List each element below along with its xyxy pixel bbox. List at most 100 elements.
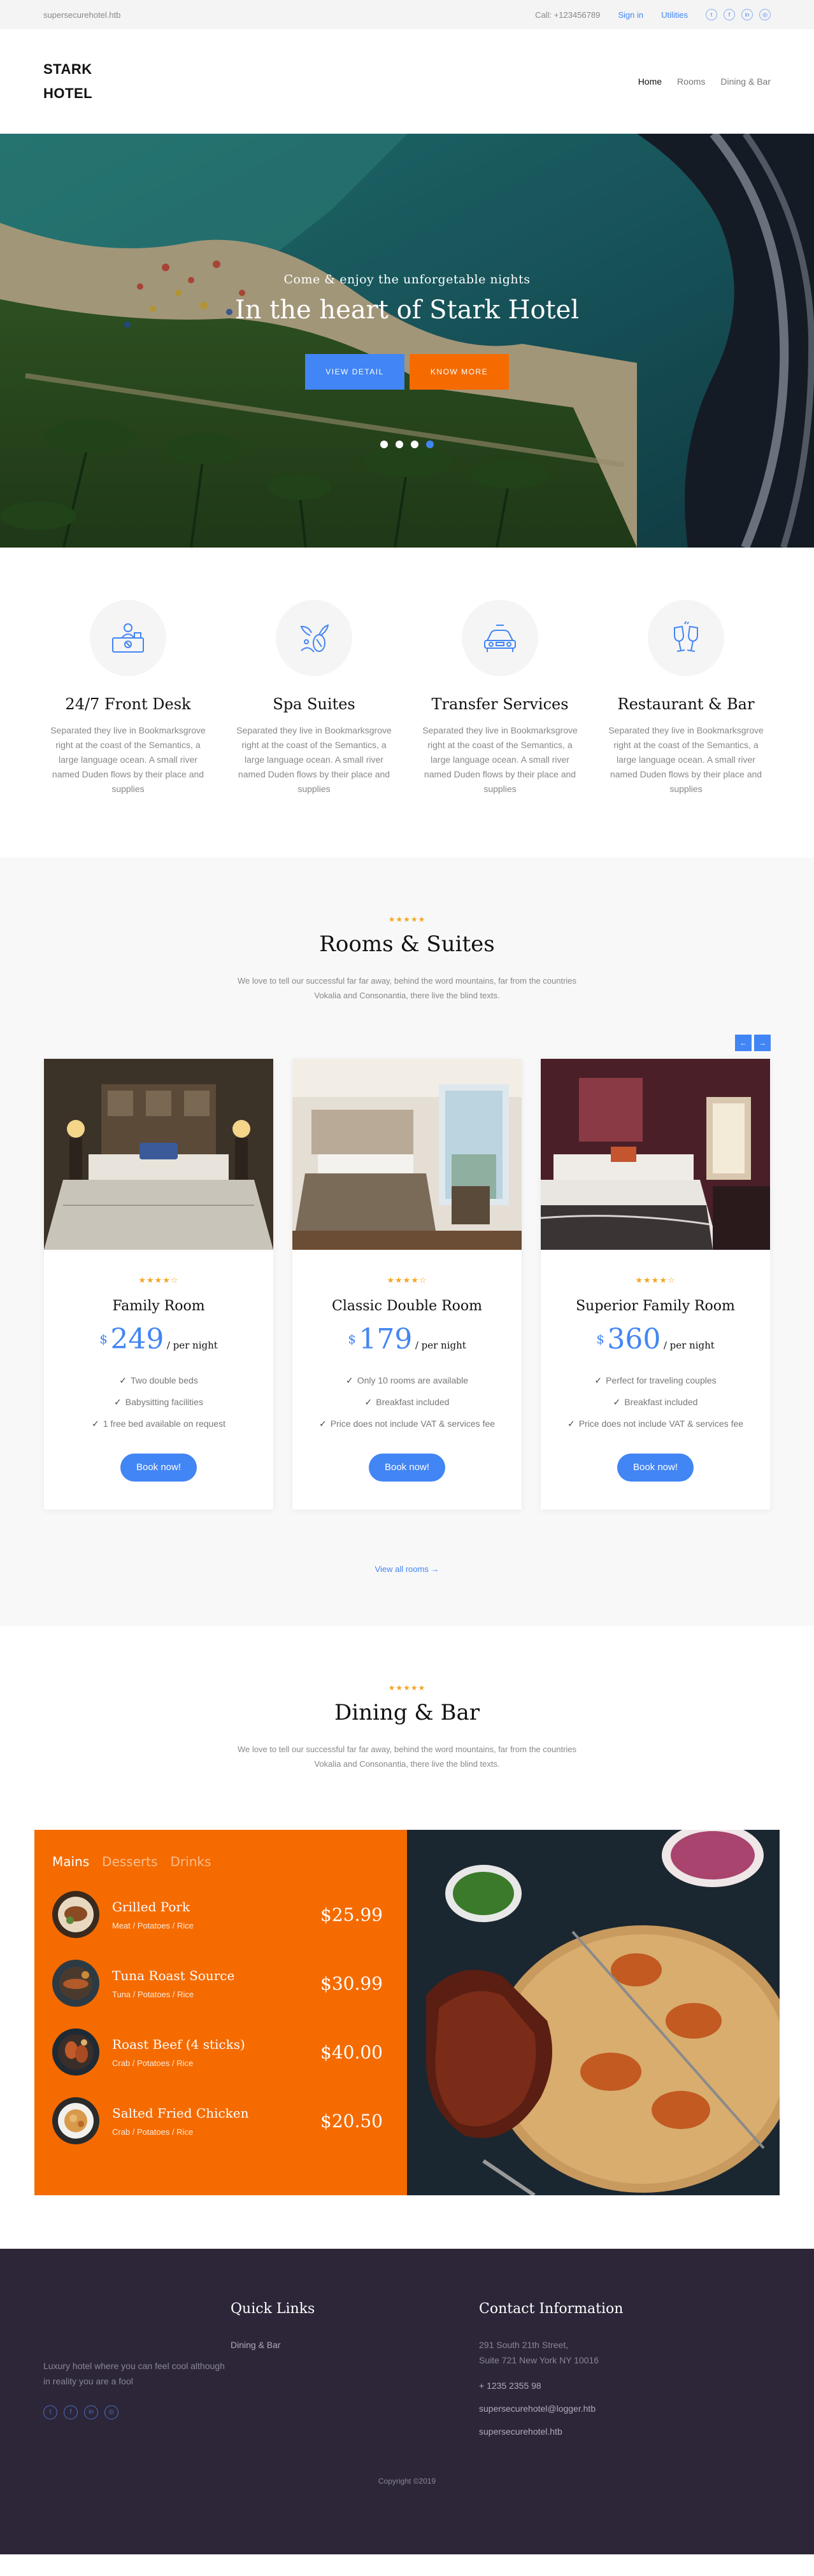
hero-title: In the heart of Stark Hotel [234,295,580,325]
price-period: / per night [415,1340,466,1351]
menu-item[interactable]: Grilled Pork Meat / Potatoes / Rice $25.… [52,1891,389,1938]
prev-arrow-icon[interactable]: ← [735,1035,752,1051]
book-now-button[interactable]: Book now! [617,1454,694,1482]
room-feature: ✓ Price does not include VAT & services f… [318,1419,496,1429]
dish-name: Tuna Roast Source [112,1967,235,1983]
room-price: $ 360 / per night [541,1323,770,1355]
rooms-carousel-nav: ← → [0,1035,814,1051]
footer-contact: Contact Information 291 South 21th Stree… [479,2301,734,2437]
slider-dot-1[interactable] [380,441,388,448]
view-detail-button[interactable]: VIEW DETAIL [305,354,404,390]
check-icon: ✓ [613,1397,621,1407]
slider-dot-3[interactable] [411,441,418,448]
room-feature: ✓ Breakfast included [613,1397,698,1407]
nav-home[interactable]: Home [638,76,662,87]
twitter-icon[interactable]: t [706,9,717,20]
menu-item[interactable]: Salted Fried Chicken Crab / Potatoes / R… [52,2097,389,2144]
linkedin-icon[interactable]: in [84,2405,98,2419]
dining-title: Dining & Bar [334,1700,480,1725]
check-icon: ✓ [114,1397,122,1407]
slider-dot-2[interactable] [396,441,403,448]
service-title: Restaurant & Bar [617,695,755,713]
room-rating: ★★★★☆ [138,1275,179,1285]
price-period: / per night [166,1340,218,1351]
room-photo[interactable] [541,1059,770,1250]
room-name: Family Room [112,1298,205,1314]
top-social-links: t f in ◎ [706,9,771,20]
menu-item[interactable]: Roast Beef (4 sticks) Crab / Potatoes / … [52,2028,389,2076]
spa-icon [276,600,352,676]
check-icon: ✓ [119,1375,127,1385]
room-cards: ★★★★☆ Family Room $ 249 / per night ✓ Two… [0,1059,814,1510]
car-icon [462,600,538,676]
price-period: / per night [663,1340,715,1351]
dish-info: Salted Fried Chicken Crab / Potatoes / R… [112,2105,320,2137]
facebook-icon[interactable]: f [64,2405,78,2419]
book-now-button[interactable]: Book now! [369,1454,445,1482]
slider-dot-4[interactable] [426,441,434,448]
service-item: Transfer Services Separated they live in… [407,600,593,796]
room-price: $ 179 / per night [292,1323,522,1355]
tab-desserts[interactable]: Desserts [102,1854,157,1869]
rooms-stars: ★★★★★ [388,915,426,924]
dish-name: Grilled Pork [112,1899,190,1914]
menu-item[interactable]: Tuna Roast Source Tuna / Potatoes / Rice… [52,1960,389,2007]
room-photo[interactable] [292,1059,522,1250]
price-currency: $ [99,1331,108,1347]
room-feature: ✓ Price does not include VAT & services f… [567,1419,744,1429]
check-icon: ✓ [364,1397,373,1407]
rooms-section: ★★★★★ Rooms & Suites We love to tell our… [0,858,814,1626]
dish-price: $25.99 [320,1904,383,1925]
hero-buttons: VIEW DETAIL KNOW MORE [0,354,814,390]
copyright: Copyright ©2019 [378,2477,436,2486]
service-title: 24/7 Front Desk [65,695,191,713]
footer-about: Luxury hotel where you can feel cool alt… [43,2301,231,2437]
contact-phone[interactable]: + 1235 2355 98 [479,2381,734,2391]
book-now-button[interactable]: Book now! [120,1454,197,1482]
price-currency: $ [348,1331,356,1347]
footer-quick-links: Quick Links Dining & Bar [231,2301,479,2437]
nav-rooms[interactable]: Rooms [677,76,705,87]
front-desk-icon [90,600,166,676]
know-more-button[interactable]: KNOW MORE [410,354,509,390]
facebook-icon[interactable]: f [724,9,735,20]
room-price: $ 249 / per night [44,1323,273,1355]
price-amount: 360 [607,1323,661,1355]
room-rating: ★★★★☆ [635,1275,676,1285]
dining-section: ★★★★★ Dining & Bar We love to tell our s… [0,1626,814,2249]
utilities-link[interactable]: Utilities [661,10,688,20]
site-header: STARK HOTEL Home Rooms Dining & Bar [0,29,814,134]
dish-thumbnail [52,2097,99,2144]
room-rating: ★★★★☆ [387,1275,427,1285]
linkedin-icon[interactable]: in [741,9,753,20]
contact-email[interactable]: supersecurehotel@logger.htb [479,2403,734,2414]
instagram-icon[interactable]: ◎ [104,2405,118,2419]
nav-dining[interactable]: Dining & Bar [720,76,771,87]
tab-mains[interactable]: Mains [52,1854,89,1869]
room-photo[interactable] [44,1059,273,1250]
next-arrow-icon[interactable]: → [754,1035,771,1051]
site-logo[interactable]: STARK HOTEL [43,57,120,106]
service-title: Transfer Services [431,695,569,713]
room-feature: ✓ Perfect for traveling couples [594,1375,717,1385]
sign-in-link[interactable]: Sign in [618,10,643,20]
main-nav: Home Rooms Dining & Bar [638,76,771,87]
top-bar: supersecurehotel.htb Call: +123456789 Si… [0,0,814,29]
service-title: Spa Suites [273,695,355,713]
service-text: Separated they live in Bookmarksgrove ri… [422,725,578,794]
twitter-icon[interactable]: t [43,2405,57,2419]
dish-ingredients: Tuna / Potatoes / Rice [112,1989,194,1999]
dish-price: $20.50 [320,2110,383,2132]
contact-website[interactable]: supersecurehotel.htb [479,2426,734,2437]
dish-price: $30.99 [320,1972,383,1994]
instagram-icon[interactable]: ◎ [759,9,771,20]
address-line-2: Suite 721 New York NY 10016 [479,2355,599,2365]
tab-drinks[interactable]: Drinks [171,1854,211,1869]
view-all-rooms-link[interactable]: View all rooms → [0,1564,814,1574]
service-text: Separated they live in Bookmarksgrove ri… [608,725,764,794]
services-section: 24/7 Front Desk Separated they live in B… [0,548,814,858]
footer-link-dining[interactable]: Dining & Bar [231,2340,479,2350]
footer-about-text: Luxury hotel where you can feel cool alt… [43,2361,225,2386]
check-icon: ✓ [92,1419,99,1429]
footer-social-links: t f in ◎ [43,2405,231,2419]
